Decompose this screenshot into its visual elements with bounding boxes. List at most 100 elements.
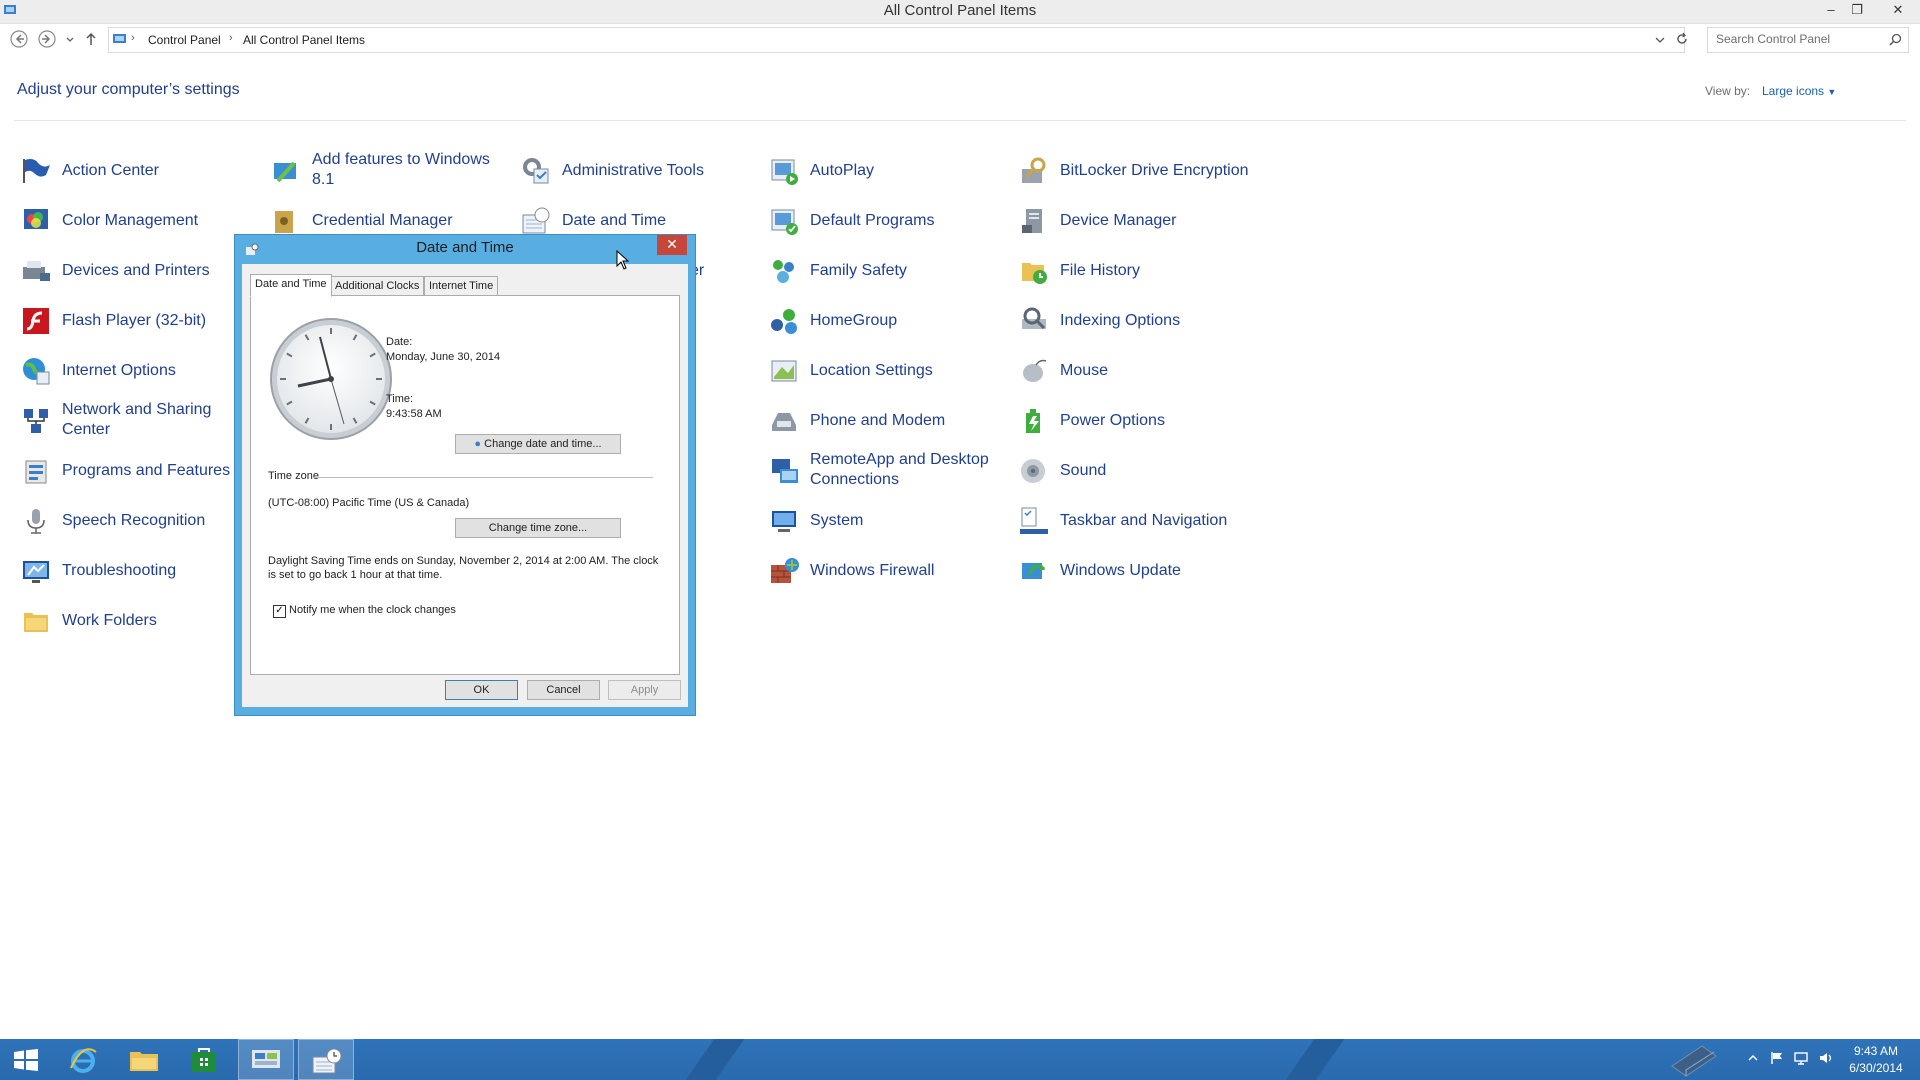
item-location-settings[interactable]: Location Settings (768, 347, 1008, 393)
item-devices-and-printers[interactable]: Devices and Printers (20, 247, 240, 293)
tab-additional-clocks[interactable]: Additional Clocks (330, 276, 425, 296)
item-label: Windows Firewall (810, 562, 935, 579)
notify-checkbox[interactable]: ✓ (273, 605, 286, 618)
item-color-management[interactable]: Color Management (20, 197, 240, 243)
dialog-close-button[interactable]: ✕ (657, 235, 687, 255)
item-label: AutoPlay (810, 162, 875, 179)
apply-button[interactable]: Apply (608, 680, 681, 700)
item-autoplay[interactable]: AutoPlay (768, 147, 1008, 193)
item-bitlocker[interactable]: BitLocker Drive Encryption (1018, 147, 1278, 193)
microphone-icon (27, 509, 45, 534)
show-hidden-icons-chevron-icon[interactable] (1746, 1051, 1760, 1065)
default-programs-icon (771, 209, 798, 235)
item-system[interactable]: System (768, 497, 1008, 543)
item-action-center[interactable]: Action Center (20, 147, 240, 193)
troubleshooting-icon (23, 561, 49, 583)
breadcrumb-separator-icon: › (131, 32, 135, 44)
phone-icon (772, 413, 796, 431)
store-button[interactable] (176, 1039, 232, 1080)
start-button[interactable] (0, 1039, 56, 1080)
item-troubleshooting[interactable]: Troubleshooting (20, 547, 240, 593)
item-label: Flash Player (32-bit) (62, 312, 207, 329)
taskbar-clock-date[interactable]: 6/30/2014 (1836, 1061, 1916, 1075)
mouse-cursor-icon (616, 250, 630, 270)
cancel-button[interactable]: Cancel (527, 680, 600, 700)
date-time-taskbar-button[interactable] (298, 1039, 354, 1080)
network-icon[interactable] (1793, 1051, 1809, 1065)
item-homegroup[interactable]: HomeGroup (768, 297, 1008, 343)
item-default-programs[interactable]: Default Programs (768, 197, 1008, 243)
item-device-manager[interactable]: Device Manager (1018, 197, 1278, 243)
power-options-icon (1026, 409, 1040, 433)
breadcrumb-all-items[interactable]: All Control Panel Items (243, 33, 365, 47)
search-input[interactable] (1714, 31, 1878, 47)
internet-explorer-button[interactable] (56, 1039, 112, 1080)
taskbar-icon (1020, 507, 1048, 534)
item-internet-options[interactable]: Internet Options (20, 347, 240, 393)
breadcrumb-control-panel[interactable]: Control Panel (148, 33, 221, 47)
recent-pages-chevron-icon[interactable] (64, 29, 76, 49)
address-dropdown-chevron-icon[interactable] (1654, 34, 1666, 46)
taskbar-clock-time[interactable]: 9:43 AM (1836, 1044, 1916, 1058)
close-button[interactable]: ✕ (1880, 0, 1916, 20)
change-date-time-button[interactable]: ● Change date and time... (455, 434, 621, 454)
date-time-dialog: Date and Time ✕ Date and Time Additional… (234, 234, 696, 716)
file-explorer-button[interactable] (116, 1039, 172, 1080)
item-mouse[interactable]: Mouse (1018, 347, 1278, 393)
item-add-features[interactable]: Add features to Windows 8.1 (270, 147, 500, 193)
change-time-zone-button[interactable]: Change time zone... (455, 518, 621, 538)
ok-button[interactable]: OK (445, 680, 518, 700)
item-taskbar-and-navigation[interactable]: Taskbar and Navigation (1018, 497, 1278, 543)
item-remoteapp[interactable]: RemoteApp and Desktop Connections (768, 447, 1008, 493)
item-administrative-tools[interactable]: Administrative Tools (520, 147, 750, 193)
remote-desktop-icon (772, 459, 798, 483)
view-by-value: Large icons (1762, 84, 1825, 98)
item-speech-recognition[interactable]: Speech Recognition (20, 497, 240, 543)
notify-label[interactable]: Notify me when the clock changes (289, 604, 456, 616)
item-label: Credential Manager (312, 212, 453, 229)
change-date-time-label: Change date and time... (484, 438, 602, 450)
add-features-icon (274, 161, 296, 183)
item-label: Add features to Windows 8.1 (312, 151, 490, 188)
admin-tools-icon (523, 158, 549, 184)
tab-date-and-time[interactable]: Date and Time (250, 274, 332, 297)
analog-clock-icon (270, 318, 392, 440)
item-phone-and-modem[interactable]: Phone and Modem (768, 397, 1008, 443)
volume-icon[interactable] (1818, 1051, 1834, 1065)
flash-player-icon (23, 308, 49, 334)
item-windows-update[interactable]: Windows Update (1018, 547, 1278, 593)
tab-internet-time[interactable]: Internet Time (424, 276, 499, 296)
restore-button[interactable]: ❐ (1844, 0, 1870, 20)
bitlocker-key-icon (1022, 157, 1046, 183)
item-network-and-sharing[interactable]: Network and Sharing Center (20, 397, 240, 443)
item-sound[interactable]: Sound (1018, 447, 1278, 493)
search-box[interactable] (1707, 27, 1909, 53)
item-file-history[interactable]: File History (1018, 247, 1278, 293)
back-arrow-icon[interactable] (9, 29, 29, 49)
item-programs-and-features[interactable]: Programs and Features (20, 447, 240, 493)
refresh-icon[interactable] (1675, 32, 1689, 46)
control-panel-small-icon (113, 34, 126, 43)
control-panel-taskbar-button[interactable] (238, 1039, 294, 1080)
address-bar[interactable]: › Control Panel › All Control Panel Item… (108, 27, 1685, 53)
item-label: Default Programs (810, 212, 935, 229)
item-label: Device Manager (1060, 212, 1177, 229)
item-flash-player[interactable]: Flash Player (32-bit) (20, 297, 240, 343)
item-family-safety[interactable]: Family Safety (768, 247, 1008, 293)
date-label: Date: (386, 336, 413, 348)
minimize-button[interactable]: – (1818, 0, 1844, 20)
forward-arrow-icon[interactable] (37, 29, 57, 49)
action-center-flag-icon[interactable] (1770, 1051, 1784, 1065)
item-windows-firewall[interactable]: Windows Firewall (768, 547, 1008, 593)
item-label: Devices and Printers (62, 262, 210, 279)
up-arrow-icon[interactable] (84, 29, 98, 49)
item-work-folders[interactable]: Work Folders (20, 597, 240, 643)
system-icon (772, 511, 796, 532)
item-indexing-options[interactable]: Indexing Options (1018, 297, 1278, 343)
item-label: Power Options (1060, 412, 1165, 429)
firewall-icon (771, 558, 799, 583)
item-power-options[interactable]: Power Options (1018, 397, 1278, 443)
item-label: Programs and Features (62, 462, 231, 479)
view-by-dropdown[interactable]: Large icons ▼ (1762, 84, 1836, 98)
search-icon[interactable] (1889, 33, 1902, 46)
